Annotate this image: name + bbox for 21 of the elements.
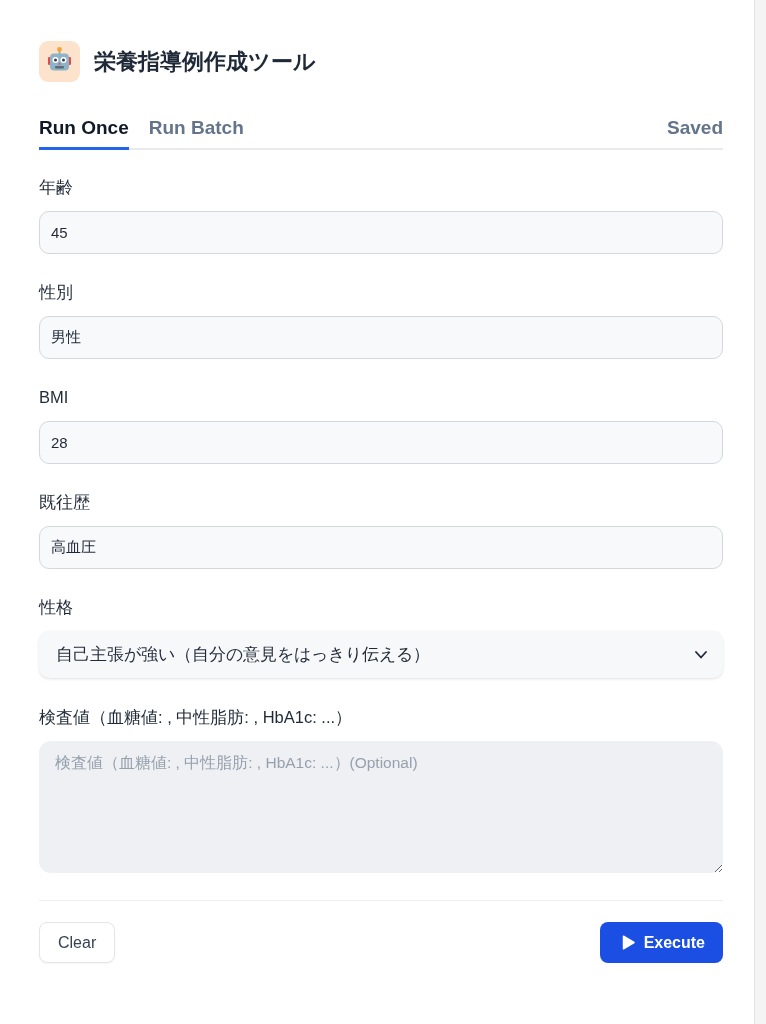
field-label: 性格	[39, 597, 74, 618]
text-field[interactable]: 男性	[39, 316, 723, 359]
text-field[interactable]: 高血圧	[39, 526, 723, 569]
field-label: 性別	[39, 282, 74, 303]
clear-button[interactable]: Clear	[39, 922, 116, 963]
select-field[interactable]: 自己主張が強い（自分の意見をはっきり伝える）	[39, 631, 723, 678]
execute-button[interactable]: Execute	[599, 922, 723, 963]
text-field[interactable]: 45	[39, 211, 723, 254]
play-icon	[621, 935, 635, 950]
textarea-field[interactable]: 検査値（血糖値: , 中性脂肪: , HbA1c: ...）(Optional)	[39, 741, 723, 873]
tab[interactable]: Run Once	[39, 116, 129, 150]
field-label: BMI	[39, 387, 70, 408]
robot-icon	[39, 41, 80, 82]
save-status: Saved	[667, 116, 723, 140]
app-title: 栄養指導例作成ツール	[94, 47, 316, 76]
field-label: 年齢	[39, 177, 74, 198]
text-field[interactable]: 28	[39, 421, 723, 464]
chevron-down-icon	[695, 650, 707, 659]
tab[interactable]: Run Batch	[148, 116, 244, 150]
field-label: 検査値（血糖値: , 中性脂肪: , HbA1c: ...）	[39, 707, 354, 728]
field-label: 既往歴	[39, 492, 91, 513]
